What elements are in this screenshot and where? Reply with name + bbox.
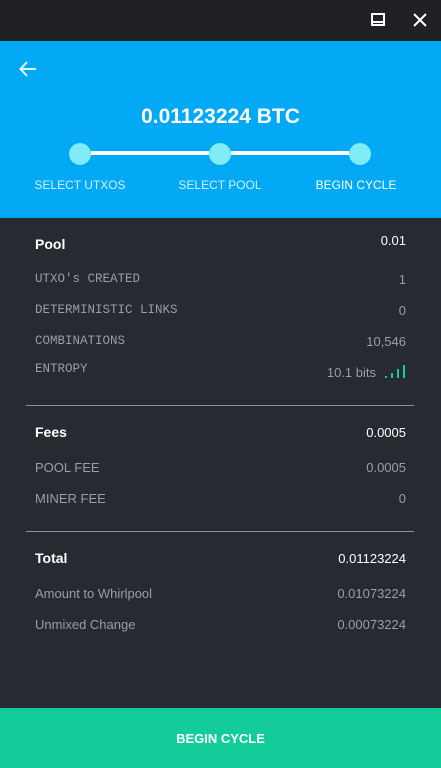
entropy-label: ENTROPY <box>35 362 88 376</box>
window-titlebar <box>0 0 441 41</box>
pool-fee-label: POOL FEE <box>35 459 100 475</box>
fees-header-row: Fees 0.0005 <box>35 422 406 442</box>
step-dot-select-pool[interactable] <box>209 143 231 165</box>
combinations-label: COMBINATIONS <box>35 334 126 348</box>
total-label: Total <box>35 550 68 566</box>
entropy-value-group: 10.1 bits <box>327 364 406 381</box>
miner-fee-value: 0 <box>398 490 406 506</box>
step-dot-begin-cycle[interactable] <box>349 143 371 165</box>
entropy-row: ENTROPY 10.1 bits <box>35 362 406 382</box>
close-icon[interactable] <box>408 8 432 32</box>
cycle-header: 0.01123224 BTC SELECT UTXOS SELECT POOL … <box>0 41 441 218</box>
deterministic-links-value: 0 <box>398 302 406 318</box>
deterministic-links-label: DETERMINISTIC LINKS <box>35 303 178 317</box>
combinations-row: COMBINATIONS 10,546 <box>35 331 406 351</box>
cycle-summary: Pool 0.01 UTXO's CREATED 1 DETERMINISTIC… <box>0 218 441 708</box>
step-dot-select-utxos[interactable] <box>69 143 91 165</box>
pool-header-row: Pool 0.01 <box>35 232 406 254</box>
combinations-value: 10,546 <box>366 333 406 349</box>
miner-fee-row: MINER FEE 0 <box>35 488 406 508</box>
pool-value: 0.01 <box>380 232 406 248</box>
begin-cycle-button[interactable]: BEGIN CYCLE <box>0 708 441 768</box>
fees-label: Fees <box>35 424 67 440</box>
amount-to-whirlpool-label: Amount to Whirlpool <box>35 585 153 601</box>
section-divider <box>26 531 414 532</box>
step-label-begin-cycle[interactable]: BEGIN CYCLE <box>286 178 426 192</box>
unmixed-change-label: Unmixed Change <box>35 616 136 632</box>
total-header-row: Total 0.01123224 <box>35 548 406 568</box>
cycle-amount: 0.01123224 BTC <box>141 105 300 128</box>
step-label-select-pool[interactable]: SELECT POOL <box>150 178 290 192</box>
amount-to-whirlpool-value: 0.01073224 <box>337 585 406 601</box>
unmixed-change-value: 0.00073224 <box>337 616 406 632</box>
stepper-connector <box>91 151 209 155</box>
entropy-value: 10.1 bits <box>326 364 376 380</box>
miner-fee-label: MINER FEE <box>35 490 106 506</box>
step-label-select-utxos[interactable]: SELECT UTXOS <box>10 178 150 192</box>
fees-value: 0.0005 <box>366 424 406 440</box>
section-divider <box>26 405 414 406</box>
deterministic-links-row: DETERMINISTIC LINKS 0 <box>35 300 406 320</box>
maximize-icon[interactable] <box>366 8 390 32</box>
back-arrow-icon[interactable] <box>16 57 40 81</box>
utxos-created-row: UTXO's CREATED 1 <box>35 269 406 289</box>
utxos-created-value: 1 <box>398 271 406 287</box>
pool-fee-row: POOL FEE 0.0005 <box>35 457 406 477</box>
amount-to-whirlpool-row: Amount to Whirlpool 0.01073224 <box>35 583 406 603</box>
total-value: 0.01123224 <box>338 550 406 566</box>
signal-bars-icon <box>384 364 406 381</box>
pool-label: Pool <box>35 236 66 252</box>
unmixed-change-row: Unmixed Change 0.00073224 <box>35 614 406 634</box>
utxos-created-label: UTXO's CREATED <box>35 272 141 286</box>
pool-fee-value: 0.0005 <box>366 459 406 475</box>
stepper-connector <box>231 151 349 155</box>
